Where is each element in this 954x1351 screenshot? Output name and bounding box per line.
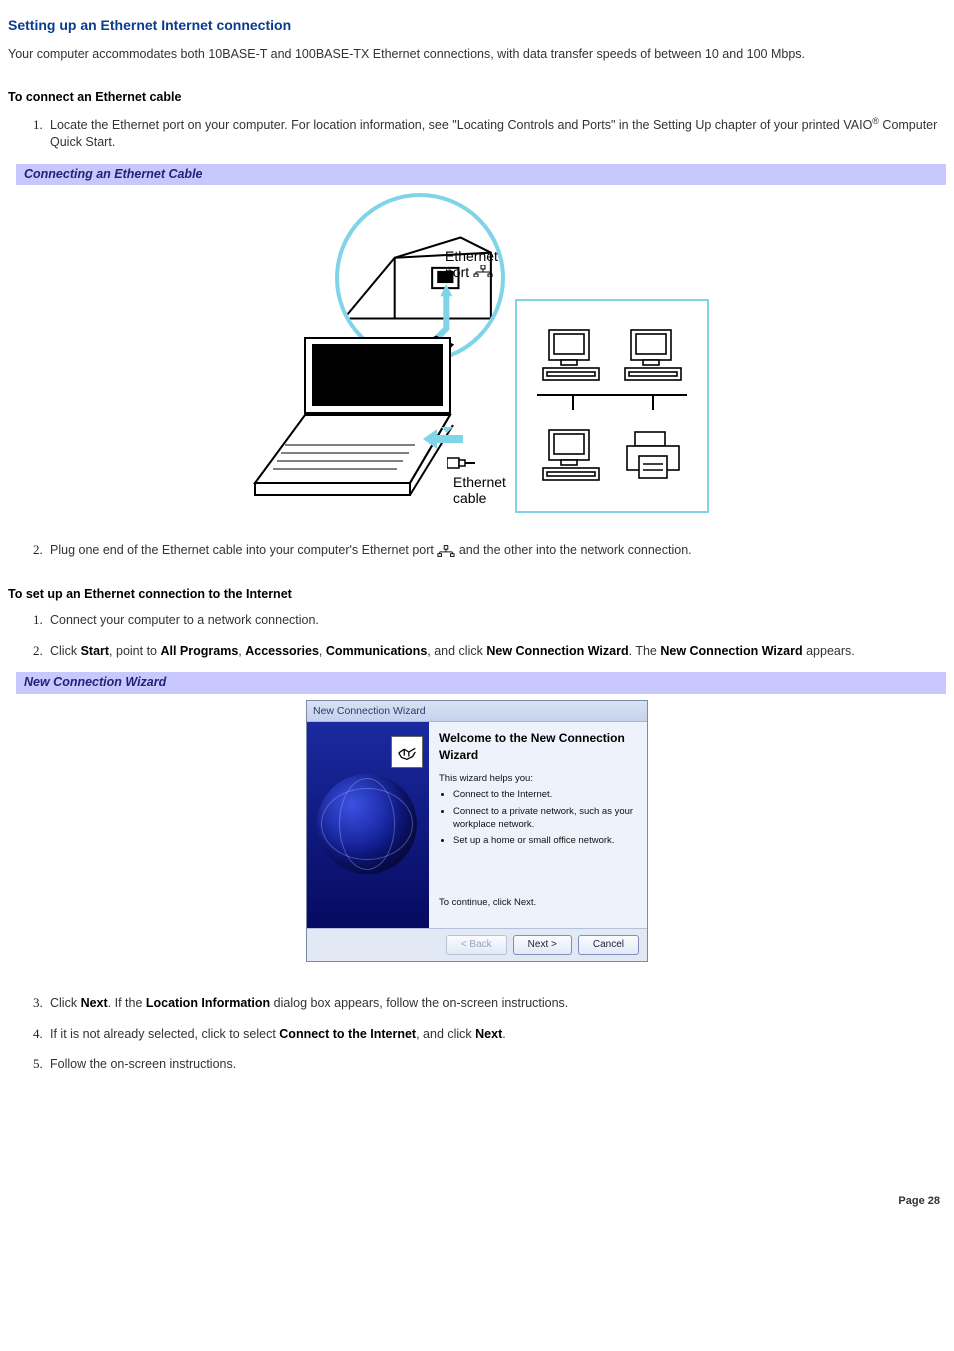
- section-a-steps: Locate the Ethernet port on your compute…: [8, 115, 946, 152]
- wizard-bullet: Set up a home or small office network.: [453, 834, 637, 847]
- section-b-step-4: If it is not already selected, click to …: [46, 1025, 946, 1044]
- wizard-cancel-button[interactable]: Cancel: [578, 935, 639, 955]
- t: , point to: [109, 644, 160, 658]
- page-number: Page 28: [8, 1194, 946, 1209]
- network-diagram-panel: [515, 299, 709, 513]
- section-a-step-1: Locate the Ethernet port on your compute…: [46, 115, 946, 152]
- bold-next: Next: [81, 996, 108, 1010]
- section-b-step-5: Follow the on-screen instructions.: [46, 1055, 946, 1074]
- wizard-heading: Welcome to the New Connection Wizard: [439, 730, 637, 764]
- handshake-icon: [391, 736, 423, 768]
- step-text: Locate the Ethernet port on your compute…: [50, 118, 872, 132]
- t: dialog box appears, follow the on-screen…: [270, 996, 568, 1010]
- t: appears.: [803, 644, 855, 658]
- wizard-back-button[interactable]: < Back: [446, 935, 507, 955]
- wizard-bullets: Connect to the Internet. Connect to a pr…: [439, 788, 637, 847]
- t: If it is not already selected, click to …: [50, 1027, 279, 1041]
- bold-communications: Communications: [326, 644, 427, 658]
- wizard-next-button[interactable]: Next >: [513, 935, 572, 955]
- ethernet-port-label: Ethernet port: [445, 249, 505, 280]
- wizard-screenshot-figure: New Connection Wizard Welcome to the New…: [8, 698, 946, 977]
- t: ,: [319, 644, 326, 658]
- bold-ncw-2: New Connection Wizard: [660, 644, 802, 658]
- t: Click: [50, 644, 81, 658]
- desktop-pc-icon: [539, 326, 603, 386]
- bold-location-information: Location Information: [146, 996, 270, 1010]
- wizard-button-row: < Back Next > Cancel: [307, 928, 647, 961]
- section-b-step-2: Click Start, point to All Programs, Acce…: [46, 642, 946, 661]
- bold-start: Start: [81, 644, 109, 658]
- wizard-helps-text: This wizard helps you:: [439, 772, 637, 785]
- ethernet-diagram: Ethernet port: [8, 189, 946, 523]
- ethernet-port-icon: [437, 544, 455, 558]
- desktop-pc-icon: [621, 326, 685, 386]
- intro-paragraph: Your computer accommodates both 10BASE-T…: [8, 46, 946, 64]
- step-text-tail: and the other into the network connectio…: [459, 543, 692, 557]
- section-a-steps-cont: Plug one end of the Ethernet cable into …: [8, 541, 946, 560]
- section-b-step-3: Click Next. If the Location Information …: [46, 994, 946, 1013]
- wizard-content: Welcome to the New Connection Wizard Thi…: [429, 722, 647, 928]
- wizard-sidebar: [307, 722, 429, 928]
- step-text: Plug one end of the Ethernet cable into …: [50, 543, 437, 557]
- t: , and click: [416, 1027, 475, 1041]
- section-b-step-1: Connect your computer to a network conne…: [46, 611, 946, 630]
- figure-caption-ethernet: Connecting an Ethernet Cable: [8, 164, 946, 186]
- subsection-a-heading: To connect an Ethernet cable: [8, 89, 946, 107]
- network-bus-line: [537, 394, 687, 418]
- bold-connect-internet: Connect to the Internet: [279, 1027, 416, 1041]
- globe-icon: [317, 774, 417, 874]
- t: . The: [629, 644, 661, 658]
- bold-all-programs: All Programs: [160, 644, 238, 658]
- insert-arrow-icon: [423, 427, 473, 451]
- t: Click: [50, 996, 81, 1010]
- ethernet-cable-label: Ethernetcable: [453, 475, 506, 506]
- wizard-bullet: Connect to the Internet.: [453, 788, 637, 801]
- registered-mark: ®: [872, 116, 879, 126]
- wizard-window-title: New Connection Wizard: [307, 701, 647, 723]
- bold-accessories: Accessories: [245, 644, 319, 658]
- section-a-step-2: Plug one end of the Ethernet cable into …: [46, 541, 946, 560]
- desktop-pc-icon: [539, 426, 603, 486]
- section-b-steps-cont: Click Next. If the Location Information …: [8, 994, 946, 1074]
- t: . If the: [108, 996, 146, 1010]
- wizard-dialog: New Connection Wizard Welcome to the New…: [306, 700, 648, 963]
- subsection-b-heading: To set up an Ethernet connection to the …: [8, 586, 946, 604]
- page-title: Setting up an Ethernet Internet connecti…: [8, 16, 946, 36]
- printer-icon: [621, 426, 685, 486]
- figure-caption-wizard: New Connection Wizard: [8, 672, 946, 694]
- section-b-steps: Connect your computer to a network conne…: [8, 611, 946, 660]
- t: .: [502, 1027, 505, 1041]
- t: , and click: [427, 644, 486, 658]
- wizard-bullet: Connect to a private network, such as yo…: [453, 805, 637, 832]
- bold-new-connection-wizard: New Connection Wizard: [486, 644, 628, 658]
- bold-next: Next: [475, 1027, 502, 1041]
- wizard-continue-text: To continue, click Next.: [439, 896, 536, 909]
- ethernet-port-icon: [473, 266, 493, 280]
